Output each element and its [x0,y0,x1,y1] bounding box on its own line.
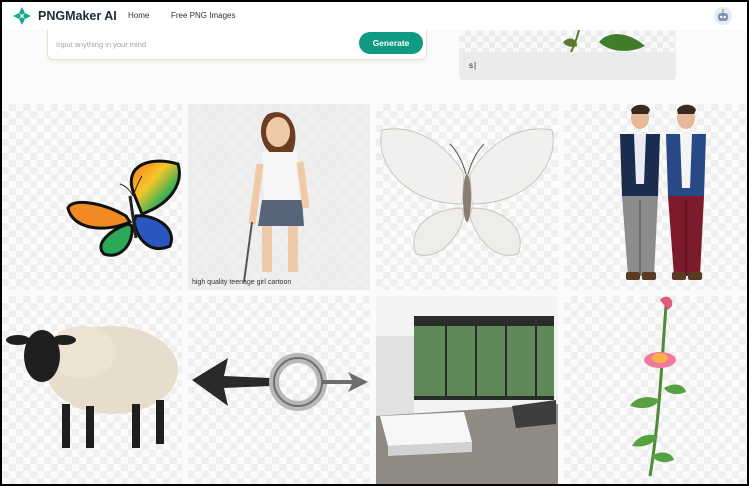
white-butterfly-icon [380,128,554,256]
gallery-item-teenage-girl-cartoon[interactable]: high quality teenage girl cartoon [188,104,370,290]
generate-button[interactable]: Generate [359,32,423,54]
brand-name[interactable]: PNGMaker AI [38,9,117,23]
app-window: PNGMaker AI Home Free PNG Images Generat… [2,2,747,484]
gallery-item-rainbow-butterfly[interactable] [2,104,182,290]
side-generation-panel: s [459,29,676,80]
nav-home-link[interactable]: Home [128,11,149,20]
two-men-icon [620,104,706,280]
gallery-item-white-butterfly[interactable] [376,104,558,290]
pink-flower-icon [630,296,686,477]
plant-leaf-icon [563,29,645,53]
top-navigation: PNGMaker AI Home Free PNG Images [2,2,747,30]
sheep-icon [6,326,178,448]
gallery-item-bedroom[interactable] [376,296,558,484]
side-prompt-text: s [469,61,476,70]
prompt-input[interactable] [56,36,346,52]
gallery-item-metallic-symbol[interactable] [188,296,370,484]
gallery-item-pink-flower[interactable] [564,296,747,484]
robot-avatar-icon [718,8,728,21]
side-prompt-field[interactable]: s [459,52,676,80]
cartoon-girl-icon [243,112,310,283]
image-caption: high quality teenage girl cartoon [192,279,292,286]
rainbow-butterfly-icon [66,159,181,257]
image-gallery: high quality teenage girl cartoon [2,104,747,484]
gallery-item-sheep[interactable] [2,296,182,484]
gallery-item-two-men-in-suits[interactable] [564,104,747,290]
side-preview-image [459,29,676,53]
nav-free-png-images-link[interactable]: Free PNG Images [171,11,235,20]
male-symbol-arrow-icon [192,353,368,411]
bedroom-interior-icon [376,296,558,484]
prompt-bar: Generate [47,28,427,60]
pngmaker-logo-icon[interactable] [12,6,32,26]
user-avatar[interactable] [714,7,732,25]
